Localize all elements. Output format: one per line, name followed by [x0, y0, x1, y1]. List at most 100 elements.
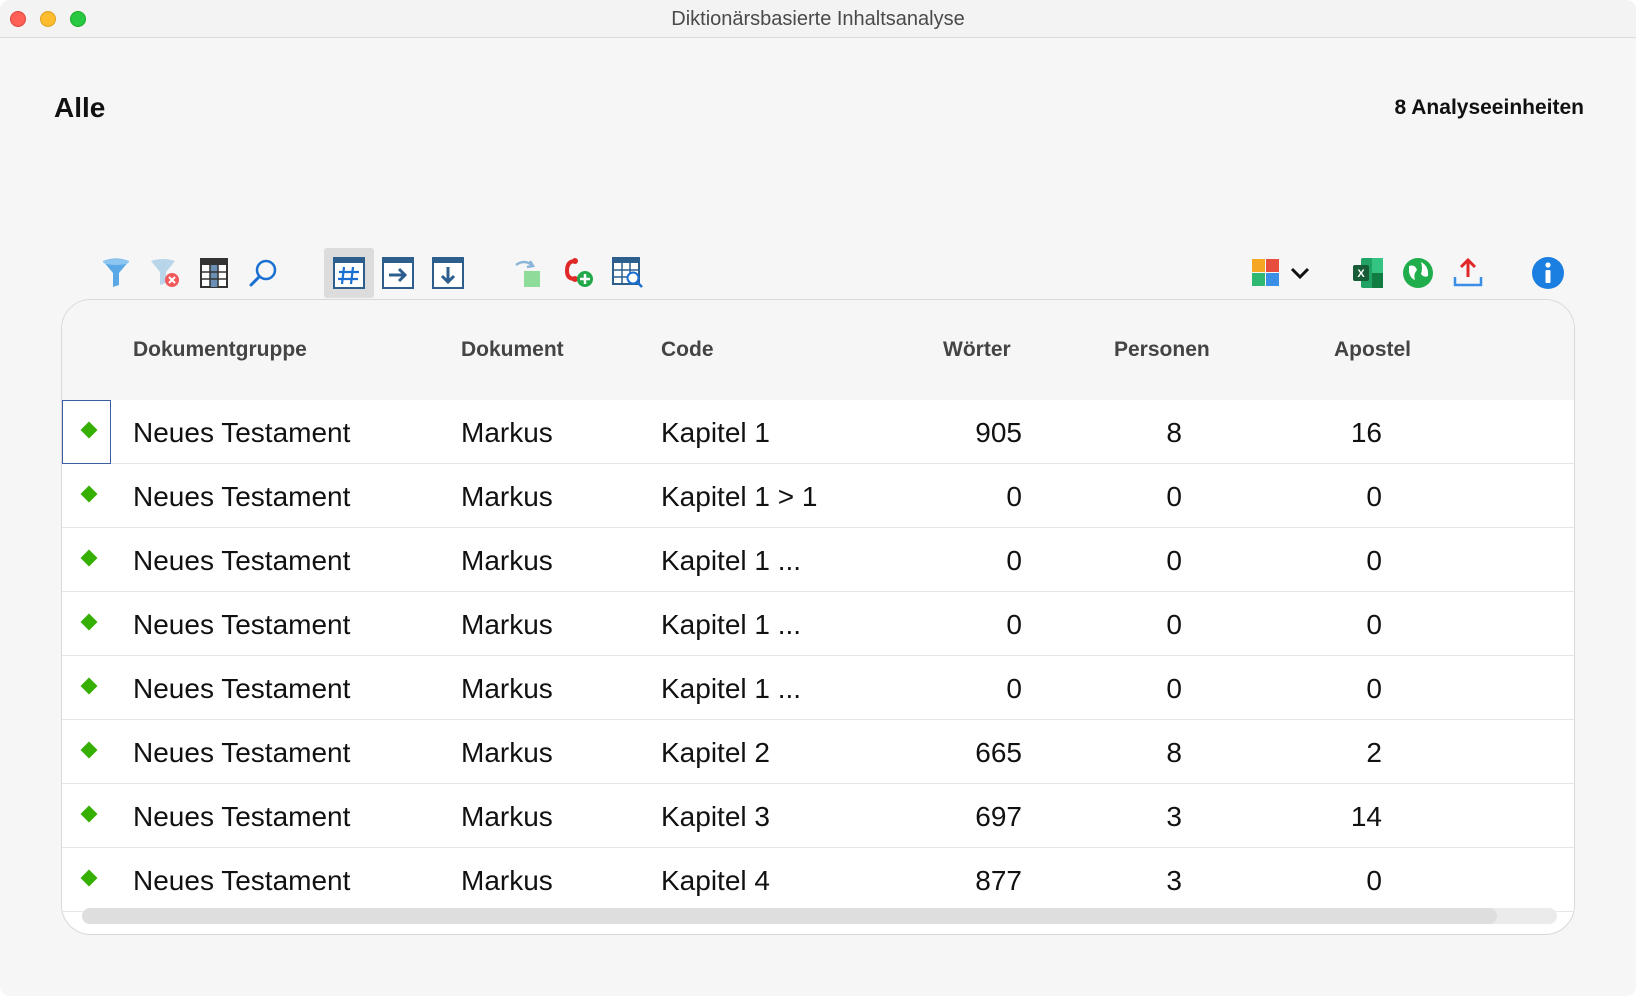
cell-apostel: 0 [1366, 545, 1382, 576]
table-header: Dokumentgruppe Dokument Code Wörter Pers… [62, 300, 1574, 400]
horizontal-scrollbar-thumb[interactable] [82, 908, 1497, 924]
clear-filter-button[interactable] [143, 250, 187, 296]
cell-code: Kapitel 1 > 1 [661, 481, 818, 512]
cell-dokumentgruppe: Neues Testament [133, 417, 351, 448]
diamond-icon [80, 741, 98, 759]
transform-button[interactable] [506, 250, 550, 296]
cell-woerter: 697 [975, 801, 1022, 832]
cell-apostel: 14 [1350, 801, 1382, 832]
cell-dokument: Markus [461, 545, 553, 576]
info-button[interactable] [1526, 250, 1570, 296]
diamond-icon [80, 613, 98, 631]
unit-count: 8 Analyseeinheiten [1394, 96, 1584, 119]
cell-woerter: 877 [975, 865, 1022, 896]
table-row[interactable]: Neues Testament Markus Kapitel 3 697 3 1… [62, 784, 1574, 848]
arrow-down-box-icon [432, 257, 464, 289]
cell-dokumentgruppe: Neues Testament [133, 737, 351, 768]
cell-dokument: Markus [461, 865, 553, 896]
excel-icon: X [1353, 258, 1383, 288]
frequency-view-button[interactable] [324, 248, 374, 298]
cell-code: Kapitel 3 [661, 801, 770, 832]
diamond-icon [80, 805, 98, 823]
cell-dokumentgruppe: Neues Testament [133, 545, 351, 576]
arrow-right-box-icon [382, 257, 414, 289]
column-header-dokument[interactable]: Dokument [461, 338, 564, 362]
cell-dokumentgruppe: Neues Testament [133, 801, 351, 832]
cell-personen: 0 [1166, 481, 1182, 512]
transform-icon [515, 260, 540, 287]
cell-dokument: Markus [461, 737, 553, 768]
cell-dokumentgruppe: Neues Testament [133, 673, 351, 704]
web-export-icon [1403, 258, 1433, 288]
horizontal-scrollbar[interactable] [82, 908, 1557, 924]
cell-dokument: Markus [461, 673, 553, 704]
columns-button[interactable] [192, 250, 236, 296]
diamond-icon [80, 869, 98, 887]
cell-personen: 0 [1166, 673, 1182, 704]
diamond-icon [80, 677, 98, 695]
table-row[interactable]: Neues Testament Markus Kapitel 1 905 8 1… [62, 400, 1574, 464]
cell-dokument: Markus [461, 417, 553, 448]
cell-apostel: 0 [1366, 865, 1382, 896]
column-header-dokumentgruppe[interactable]: Dokumentgruppe [133, 338, 307, 362]
cell-code: Kapitel 2 [661, 737, 770, 768]
column-header-code[interactable]: Code [661, 338, 714, 362]
cell-apostel: 2 [1366, 737, 1382, 768]
diamond-icon [80, 485, 98, 503]
cell-personen: 3 [1166, 801, 1182, 832]
table-search-icon [612, 257, 643, 288]
group-title: Alle [54, 92, 106, 123]
arrow-down-button[interactable] [426, 250, 470, 296]
web-export-button[interactable] [1396, 250, 1440, 296]
cell-woerter: 0 [1006, 673, 1022, 704]
table-row[interactable]: Neues Testament Markus Kapitel 1 ... 0 0… [62, 592, 1574, 656]
cell-code: Kapitel 1 [661, 417, 770, 448]
cell-woerter: 665 [975, 737, 1022, 768]
table-search-button[interactable] [606, 250, 650, 296]
table-row[interactable]: Neues Testament Markus Kapitel 1 ... 0 0… [62, 656, 1574, 720]
cell-dokumentgruppe: Neues Testament [133, 481, 351, 512]
svg-text:X: X [1357, 268, 1365, 280]
search-button[interactable] [241, 250, 285, 296]
window-title: Diktionärsbasierte Inhaltsanalyse [671, 8, 965, 30]
column-header-personen[interactable]: Personen [1114, 338, 1210, 362]
table-row[interactable]: Neues Testament Markus Kapitel 2 665 8 2 [62, 720, 1574, 784]
info-icon [1532, 257, 1564, 289]
add-code-icon [564, 258, 593, 287]
cell-dokument: Markus [461, 609, 553, 640]
column-header-woerter[interactable]: Wörter [943, 338, 1011, 362]
cell-apostel: 16 [1350, 417, 1382, 448]
upload-icon [1453, 257, 1483, 287]
puzzle-dropdown-icon [1252, 259, 1310, 286]
arrow-right-button[interactable] [376, 250, 420, 296]
cell-personen: 0 [1166, 545, 1182, 576]
cell-dokumentgruppe: Neues Testament [133, 609, 351, 640]
puzzle-dropdown-button[interactable] [1248, 250, 1314, 296]
table-row[interactable]: Neues Testament Markus Kapitel 4 877 3 0 [62, 848, 1574, 912]
add-code-button[interactable] [556, 250, 600, 296]
filter-button[interactable] [94, 250, 138, 296]
app-window: Diktionärsbasierte Inhaltsanalyse Alle 8… [0, 0, 1636, 996]
cell-woerter: 0 [1006, 545, 1022, 576]
cell-woerter: 0 [1006, 609, 1022, 640]
table-row[interactable]: Neues Testament Markus Kapitel 1 ... 0 0… [62, 528, 1574, 592]
cell-personen: 3 [1166, 865, 1182, 896]
cell-woerter: 0 [1006, 481, 1022, 512]
excel-export-button[interactable]: X [1346, 250, 1390, 296]
diamond-icon [80, 549, 98, 567]
cell-personen: 0 [1166, 609, 1182, 640]
clear-filter-icon [151, 259, 179, 287]
cell-woerter: 905 [975, 417, 1022, 448]
cell-code: Kapitel 4 [661, 865, 770, 896]
cell-code: Kapitel 1 ... [661, 609, 802, 640]
cell-dokument: Markus [461, 481, 553, 512]
cell-apostel: 0 [1366, 481, 1382, 512]
filter-icon [103, 258, 129, 287]
upload-button[interactable] [1446, 250, 1490, 296]
cell-dokumentgruppe: Neues Testament [133, 865, 351, 896]
search-icon [249, 259, 277, 287]
cell-apostel: 0 [1366, 609, 1382, 640]
table-row[interactable]: Neues Testament Markus Kapitel 1 > 1 0 0… [62, 464, 1574, 528]
column-header-apostel[interactable]: Apostel [1334, 338, 1411, 362]
column-table-icon [200, 258, 228, 288]
